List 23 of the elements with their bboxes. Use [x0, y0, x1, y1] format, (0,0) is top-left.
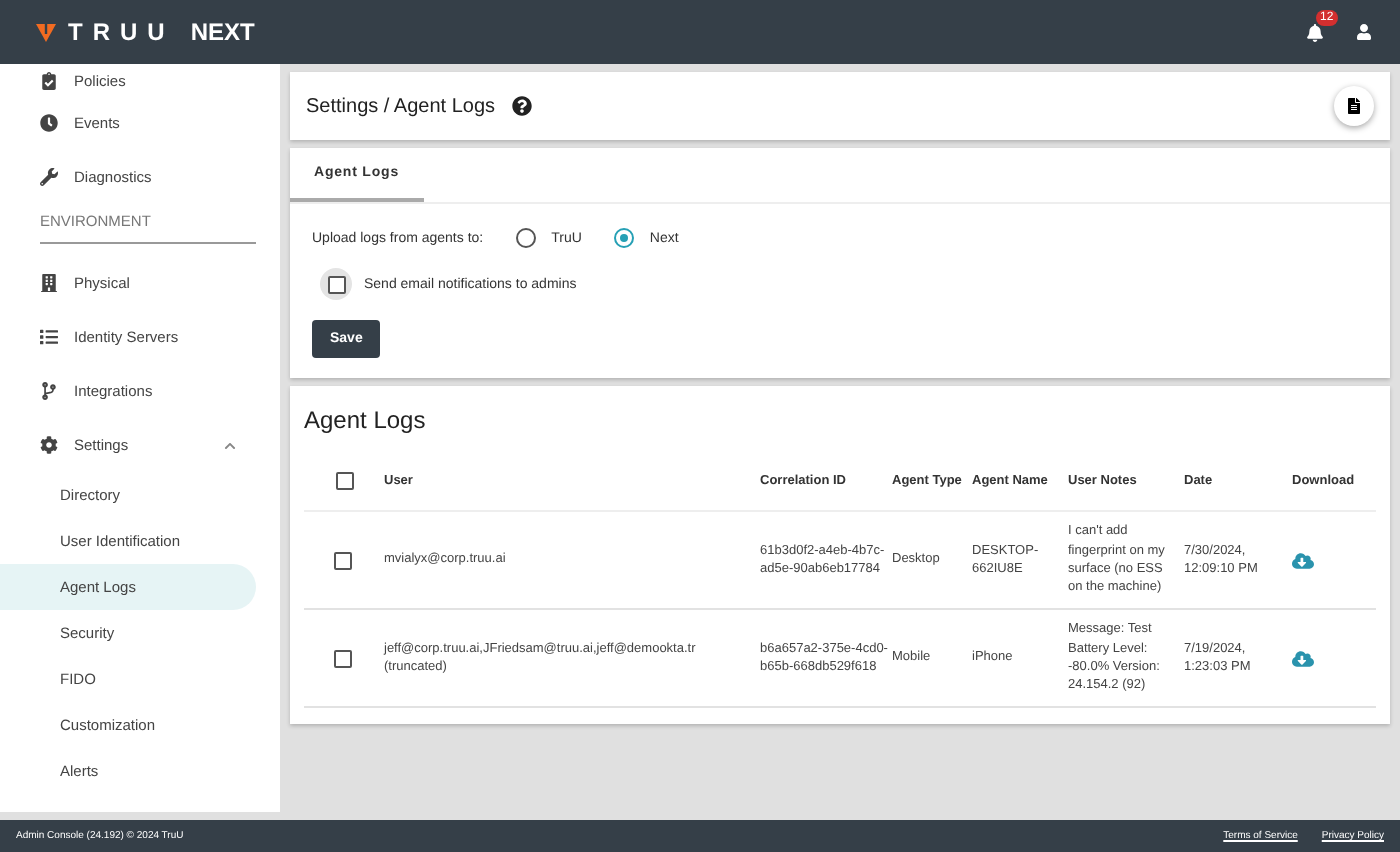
logo-icon — [36, 22, 56, 42]
notification-bell-icon[interactable] — [1306, 23, 1324, 41]
sidebar-item-icon — [40, 114, 58, 132]
sidebar-item-icon — [40, 71, 58, 89]
download-icon[interactable] — [1292, 647, 1314, 669]
sidebar-item-icon — [40, 168, 58, 186]
document-icon — [1346, 98, 1362, 114]
page-title: Settings / Agent Logs — [306, 95, 496, 117]
sidebar-item-icon — [40, 328, 58, 346]
user-icon[interactable] — [1356, 24, 1372, 40]
checkbox[interactable] — [320, 268, 352, 300]
document-button[interactable] — [1334, 86, 1374, 126]
download-icon[interactable] — [1292, 549, 1314, 571]
brand-name: TRUU — [68, 18, 175, 46]
section-title: Agent Logs — [304, 406, 428, 434]
sidebar-item-icon — [40, 274, 58, 292]
product-name: NEXT — [190, 18, 255, 46]
select-all-checkbox[interactable] — [335, 471, 353, 489]
row-checkbox[interactable] — [333, 551, 351, 569]
sidebar-item-icon — [40, 382, 58, 400]
gear-icon — [40, 436, 58, 454]
row-checkbox[interactable] — [333, 649, 351, 667]
help-icon[interactable] — [511, 96, 532, 116]
